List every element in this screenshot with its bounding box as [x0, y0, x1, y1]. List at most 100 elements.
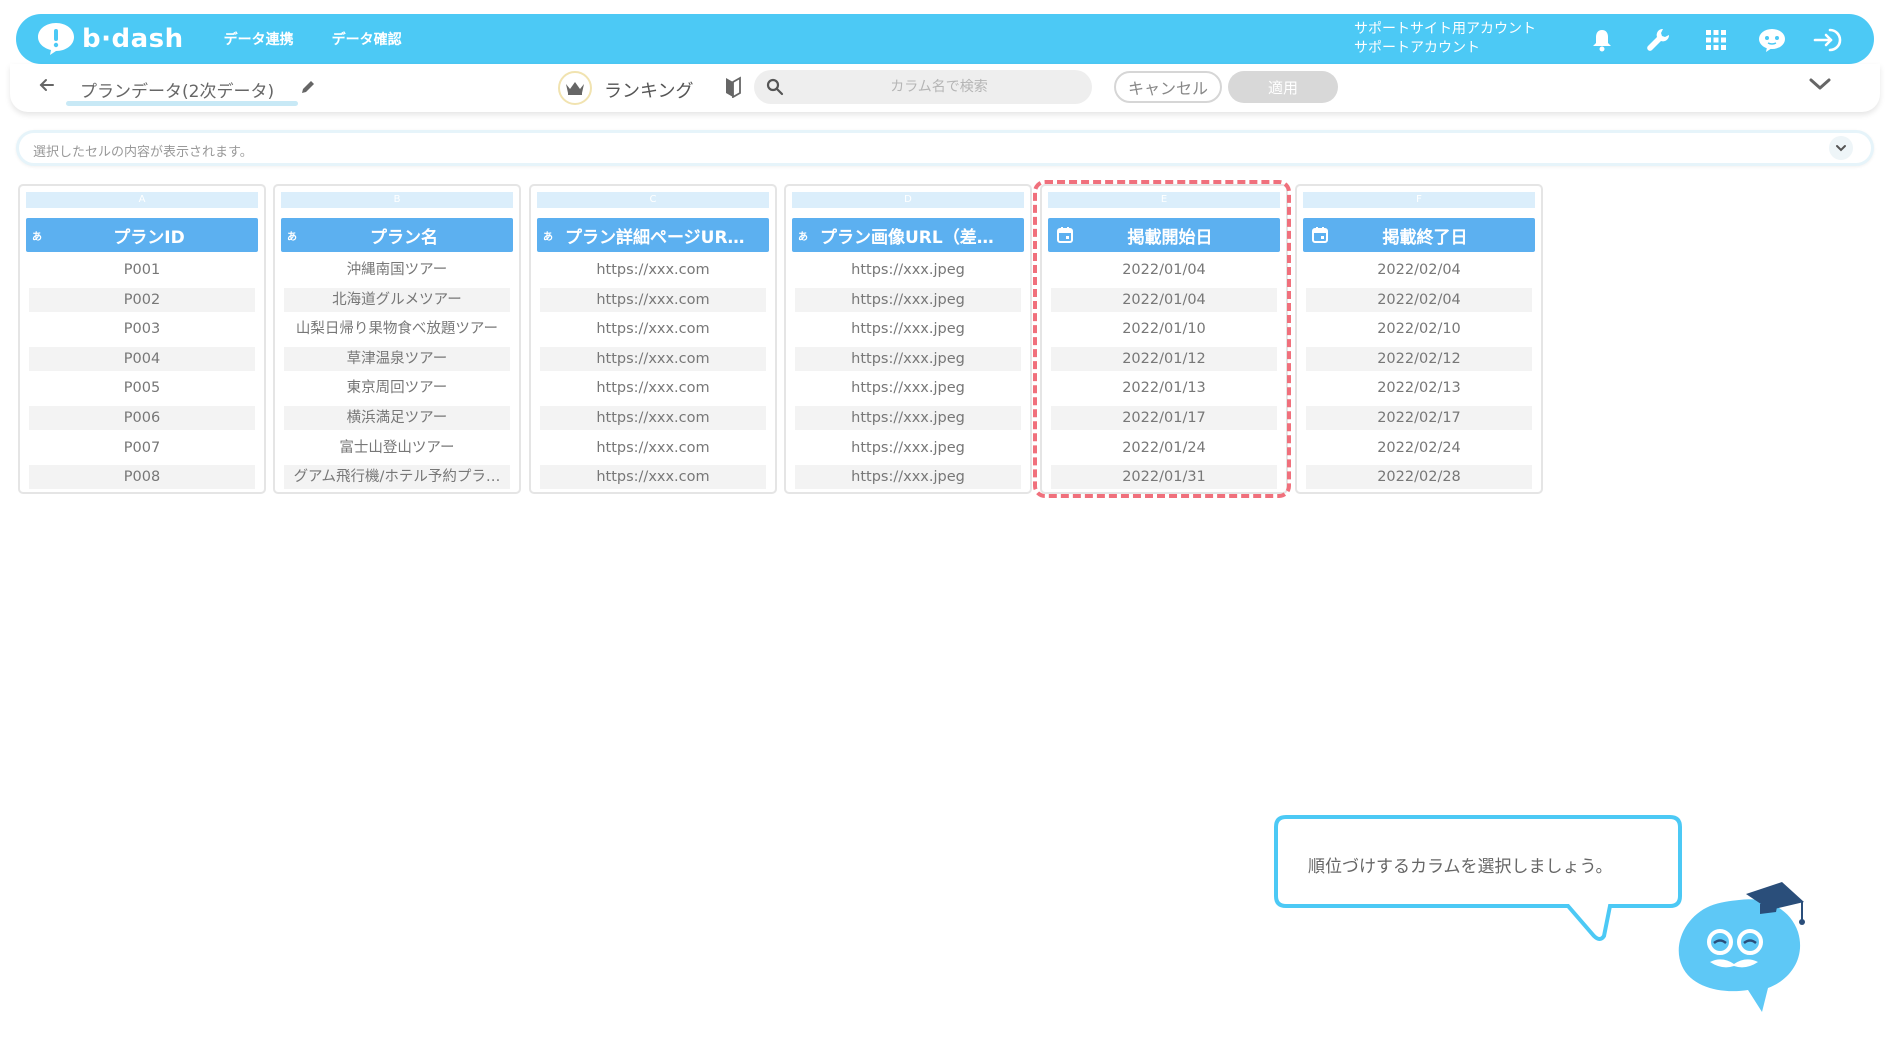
column-header-label: プランID [113, 227, 185, 248]
table-cell[interactable]: P001 [29, 258, 255, 282]
table-cell[interactable]: https://xxx.jpeg [795, 346, 1021, 371]
nav-data-integration[interactable]: データ連携 [224, 29, 294, 49]
column-rows: 2022/02/04 2022/02/04 2022/02/10 2022/02/12… [1306, 258, 1532, 495]
table-cell[interactable]: 2022/02/28 [1306, 465, 1532, 490]
title-underline [66, 101, 298, 106]
table-column: E 掲載開始日 2022/01/04 2022/01/04 2022/01/10 2022… [1040, 184, 1288, 494]
bell-icon[interactable] [1586, 24, 1618, 56]
column-header-label: プラン画像URL（差… [820, 227, 994, 248]
pencil-icon[interactable] [300, 79, 316, 99]
text-type-badge: あ [543, 231, 553, 243]
column-search-input[interactable] [794, 70, 1084, 104]
column-rows: P001 P002 P003 P004 P005 P006 P007 P008 [29, 258, 255, 495]
table-cell[interactable]: 沖縄南国ツアー [284, 258, 510, 282]
table-cell[interactable]: 2022/01/12 [1051, 346, 1277, 371]
column-letter: C [537, 192, 769, 208]
table-cell[interactable]: https://xxx.com [540, 346, 766, 371]
crown-icon [566, 82, 584, 95]
table-cell[interactable]: https://xxx.jpeg [795, 436, 1021, 460]
table-cell[interactable]: 2022/01/10 [1051, 317, 1277, 341]
table-cell[interactable]: https://xxx.jpeg [795, 405, 1021, 430]
calendar-icon [1057, 227, 1073, 243]
table-cell[interactable]: https://xxx.jpeg [795, 287, 1021, 312]
table-cell[interactable]: 東京周回ツアー [284, 376, 510, 400]
column-header[interactable]: あプラン詳細ページUR… [537, 218, 769, 252]
data-title[interactable]: プランデータ(2次データ) [80, 77, 274, 102]
column-letter: B [281, 192, 513, 208]
table-cell[interactable]: https://xxx.jpeg [795, 465, 1021, 490]
table-cell[interactable]: 2022/02/04 [1306, 287, 1532, 312]
column-header[interactable]: 掲載開始日 [1048, 218, 1280, 252]
table-cell[interactable]: 草津温泉ツアー [284, 346, 510, 371]
table-cell[interactable]: P005 [29, 376, 255, 400]
text-type-badge: あ [287, 231, 297, 243]
table-cell[interactable]: 2022/01/04 [1051, 258, 1277, 282]
bdash-logo[interactable]: b·dash [36, 21, 184, 57]
calendar-icon [1312, 227, 1328, 243]
column-rows: 2022/01/04 2022/01/04 2022/01/10 2022/01/12… [1051, 258, 1277, 495]
table-cell[interactable]: https://xxx.com [540, 376, 766, 400]
table-cell[interactable]: 2022/02/10 [1306, 317, 1532, 341]
column-letter: E [1048, 192, 1280, 208]
table-cell[interactable]: https://xxx.jpeg [795, 258, 1021, 282]
wrench-icon[interactable] [1642, 24, 1674, 56]
column-letter: A [26, 192, 258, 208]
table-cell[interactable]: 横浜満足ツアー [284, 405, 510, 430]
cell-content-bar[interactable]: 選択したセルの内容が表示されます。 [16, 130, 1874, 166]
column-letter: D [792, 192, 1024, 208]
table-cell[interactable]: 2022/01/13 [1051, 376, 1277, 400]
table-cell[interactable]: 2022/02/04 [1306, 258, 1532, 282]
apply-button[interactable]: 適用 [1228, 71, 1338, 103]
table-cell[interactable]: https://xxx.com [540, 436, 766, 460]
column-header[interactable]: 掲載終了日 [1303, 218, 1535, 252]
column-header[interactable]: あ プランID [26, 218, 258, 252]
table-cell[interactable]: 2022/01/31 [1051, 465, 1277, 490]
search-icon [766, 78, 784, 100]
table-cell[interactable]: 富士山登山ツアー [284, 436, 510, 460]
table-column: B あ プラン名沖縄南国ツアー 北海道グルメツアー 山梨日帰り果物食べ放題ツアー 草津温泉… [273, 184, 521, 494]
column-search-box [754, 70, 1092, 104]
table-column: C あプラン詳細ページUR… https://xxx.com https://xxx.… [529, 184, 777, 494]
table-cell[interactable]: https://xxx.com [540, 287, 766, 312]
table-cell[interactable]: https://xxx.com [540, 465, 766, 490]
table-cell[interactable]: 山梨日帰り果物食べ放題ツアー [284, 317, 510, 341]
logout-icon[interactable] [1812, 24, 1844, 56]
chevron-down-icon[interactable] [1829, 136, 1853, 160]
table-cell[interactable]: https://xxx.com [540, 405, 766, 430]
table-column: F 掲載終了日 2022/02/04 2022/02/04 2022/02/10 2022… [1295, 184, 1543, 494]
table-cell[interactable]: https://xxx.jpeg [795, 317, 1021, 341]
back-arrow-icon[interactable] [38, 76, 56, 98]
column-header-label: 掲載終了日 [1382, 227, 1468, 248]
beginner-mark-icon[interactable] [724, 76, 742, 102]
table-cell[interactable]: 北海道グルメツアー [284, 287, 510, 312]
text-type-badge: あ [798, 231, 808, 243]
table-cell[interactable]: P007 [29, 436, 255, 460]
column-letter: F [1303, 192, 1535, 208]
table-cell[interactable]: P004 [29, 346, 255, 371]
table-cell[interactable]: P006 [29, 405, 255, 430]
account-info[interactable]: サポートサイト用アカウント サポートアカウント [1354, 20, 1536, 58]
table-cell[interactable]: P003 [29, 317, 255, 341]
table-cell[interactable]: 2022/01/04 [1051, 287, 1277, 312]
cancel-button[interactable]: キャンセル [1114, 71, 1222, 103]
table-cell[interactable]: 2022/02/17 [1306, 405, 1532, 430]
column-header[interactable]: あプラン画像URL（差… [792, 218, 1024, 252]
table-cell[interactable]: 2022/02/13 [1306, 376, 1532, 400]
nav-data-check[interactable]: データ確認 [332, 29, 402, 49]
table-cell[interactable]: https://xxx.jpeg [795, 376, 1021, 400]
table-cell[interactable]: 2022/01/24 [1051, 436, 1277, 460]
ranking-label: ランキング [604, 81, 694, 102]
table-cell[interactable]: P002 [29, 287, 255, 312]
table-cell[interactable]: https://xxx.com [540, 258, 766, 282]
table-cell[interactable]: https://xxx.com [540, 317, 766, 341]
ranking-badge [558, 71, 592, 105]
column-header[interactable]: あ プラン名 [281, 218, 513, 252]
table-cell[interactable]: 2022/02/12 [1306, 346, 1532, 371]
apps-grid-icon[interactable] [1700, 24, 1732, 56]
table-cell[interactable]: 2022/01/17 [1051, 405, 1277, 430]
table-cell[interactable]: 2022/02/24 [1306, 436, 1532, 460]
table-cell[interactable]: P008 [29, 465, 255, 490]
chevron-down-icon[interactable] [1808, 76, 1832, 96]
assistant-icon[interactable] [1756, 24, 1788, 56]
table-cell[interactable]: グアム飛行機/ホテル予約プラ… [284, 465, 510, 490]
